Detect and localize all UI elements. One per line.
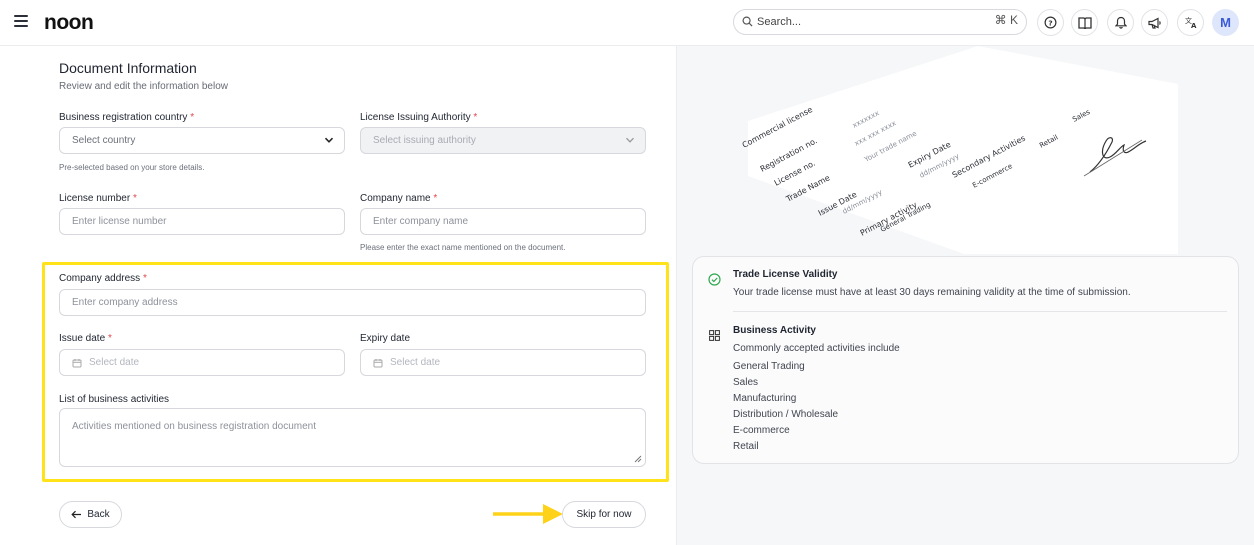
validity-text: Your trade license must have at least 30… <box>733 287 1131 298</box>
megaphone-icon[interactable] <box>1141 9 1168 36</box>
book-icon[interactable] <box>1071 9 1098 36</box>
chevron-down-icon <box>626 137 634 143</box>
avatar[interactable]: M <box>1212 9 1239 36</box>
check-circle-icon <box>708 273 721 286</box>
page-subtitle: Review and edit the information below <box>59 81 228 92</box>
chevron-down-icon <box>324 137 334 143</box>
activity-title: Business Activity <box>733 325 816 336</box>
company-placeholder: Enter company name <box>373 216 469 227</box>
activity-item: General Trading <box>733 361 805 372</box>
bell-icon[interactable] <box>1107 9 1134 36</box>
activity-item: Retail <box>733 441 759 452</box>
search-icon <box>742 16 753 27</box>
back-label: Back <box>87 509 110 520</box>
help-icon[interactable]: ? <box>1037 9 1064 36</box>
authority-select[interactable]: Select issuing authority <box>360 127 646 154</box>
arrow-pointer-icon <box>493 504 563 524</box>
page-title: Document Information <box>59 60 197 76</box>
shortcut-hint: ⌘ K <box>994 13 1018 27</box>
skip-button[interactable]: Skip for now <box>562 501 646 528</box>
activity-item: Sales <box>733 377 759 388</box>
company-label: Company name * <box>360 193 438 204</box>
authority-label: License Issuing Authority * <box>360 112 478 123</box>
svg-text:A: A <box>1191 22 1197 29</box>
country-select[interactable]: Select country <box>59 127 345 154</box>
company-hint: Please enter the exact name mentioned on… <box>360 243 566 252</box>
activity-intro: Commonly accepted activities include <box>733 343 900 354</box>
validity-title: Trade License Validity <box>733 269 838 280</box>
license-placeholder: Enter license number <box>72 216 167 227</box>
license-label: License number * <box>59 193 137 204</box>
license-illustration: Commercial license xxxxxxx Registration … <box>741 46 1178 254</box>
activity-item: Distribution / Wholesale <box>733 409 839 420</box>
divider <box>733 311 1227 312</box>
translate-icon[interactable]: 文A <box>1177 9 1204 36</box>
search-placeholder: Search... <box>757 16 802 28</box>
activity-item: Manufacturing <box>733 393 797 404</box>
license-number-input[interactable]: Enter license number <box>59 208 345 235</box>
country-hint: Pre-selected based on your store details… <box>59 163 205 172</box>
top-bar: noon Search... ⌘ K ? 文A M <box>0 0 1254 46</box>
search-input[interactable]: Search... ⌘ K <box>733 9 1027 35</box>
grid-icon <box>709 330 720 341</box>
country-select-value: Select country <box>72 135 136 146</box>
arrow-left-icon <box>71 510 82 519</box>
svg-text:?: ? <box>1048 18 1052 27</box>
country-label: Business registration country * <box>59 112 195 123</box>
company-name-input[interactable]: Enter company name <box>360 208 646 235</box>
activity-item: E-commerce <box>733 425 790 436</box>
authority-select-value: Select issuing authority <box>373 135 476 146</box>
noon-logo[interactable]: noon <box>44 11 94 35</box>
skip-label: Skip for now <box>576 509 632 520</box>
back-button[interactable]: Back <box>59 501 122 528</box>
menu-icon[interactable] <box>14 15 28 27</box>
highlight-box <box>42 262 669 482</box>
